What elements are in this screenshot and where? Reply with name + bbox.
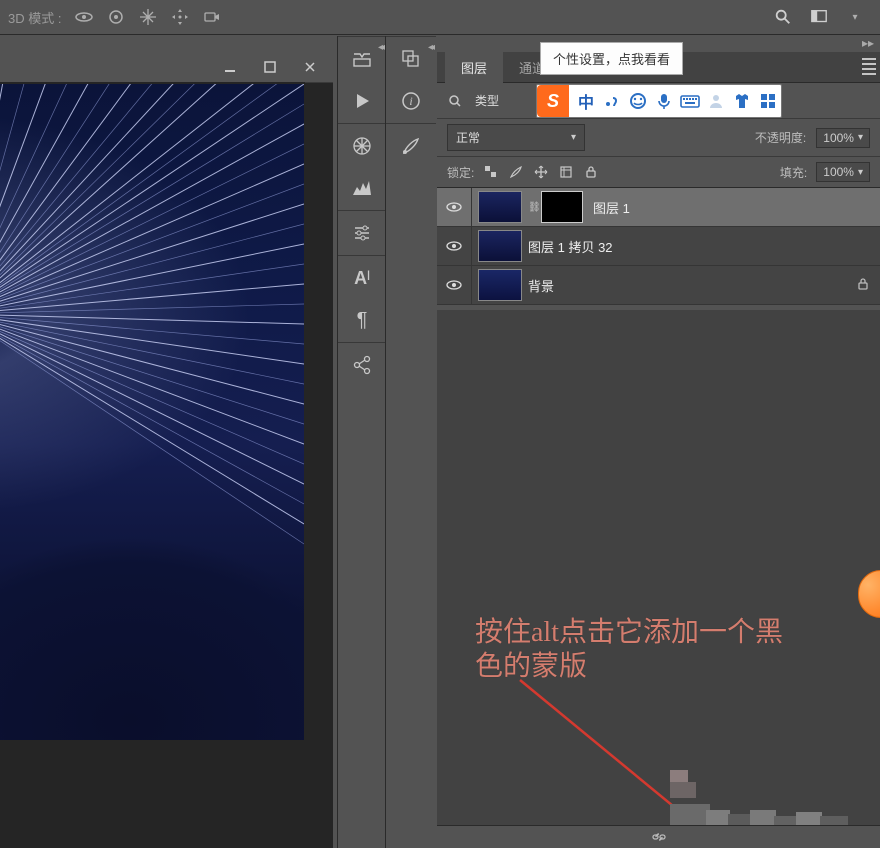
histogram-icon[interactable] [350, 176, 374, 200]
maximize-button[interactable] [253, 55, 287, 79]
layer-style-icon[interactable] [399, 47, 423, 71]
collapsed-panel-column-2: ◂◂ i [385, 36, 436, 848]
ime-tooltip: 个性设置，点我看看 [540, 42, 683, 75]
pan-icon[interactable] [135, 4, 161, 30]
screen-mode-icon[interactable] [804, 4, 834, 30]
lock-all-icon[interactable] [583, 164, 599, 180]
opacity-value: 100% [823, 131, 854, 145]
options-bar: 3D 模式 : ▾ [0, 0, 880, 35]
orbit-icon[interactable] [71, 4, 97, 30]
expand-handle-icon[interactable]: ◂◂ [378, 42, 382, 53]
annotation-line2: 色的蒙版 [475, 651, 587, 682]
blend-mode-value: 正常 [456, 129, 480, 146]
layer-thumbnail[interactable] [478, 191, 522, 223]
layer-name[interactable]: 图层 1 [593, 198, 870, 217]
canvas-container [0, 82, 305, 788]
lock-transparent-icon[interactable] [483, 164, 499, 180]
ime-lang-button[interactable]: 中 [573, 86, 599, 116]
layer-row[interactable]: 背景 [437, 266, 880, 305]
paragraph-icon[interactable]: ¶ [350, 308, 374, 332]
fill-value: 100% [823, 165, 854, 179]
visibility-toggle[interactable] [437, 227, 472, 265]
layer-name[interactable]: 图层 1 拷贝 32 [528, 237, 870, 256]
layers-empty-area [437, 310, 880, 826]
collapsed-panel-column-1: ◂◂ A| ¶ [337, 36, 386, 848]
canvas-image [0, 84, 304, 740]
ime-mic-icon[interactable] [651, 86, 677, 116]
annotation-text: 按住alt点击它添加一个黑 色的蒙版 [475, 616, 875, 683]
annotation-line1: 按住alt点击它添加一个黑 [475, 617, 783, 648]
brush-icon[interactable] [399, 134, 423, 158]
actions-icon[interactable] [350, 47, 374, 71]
share-icon[interactable] [350, 353, 374, 377]
search-icon[interactable] [768, 4, 798, 30]
ime-keyboard-icon[interactable] [677, 86, 703, 116]
play-icon[interactable] [350, 89, 374, 113]
ime-toolbar[interactable]: S 中 [536, 84, 782, 118]
document-titlebar [0, 52, 333, 83]
link-mask-icon[interactable]: ⛓ [528, 202, 538, 213]
lock-position-icon[interactable] [533, 164, 549, 180]
search-small-icon[interactable] [447, 93, 463, 109]
link-layers-icon[interactable] [651, 829, 667, 845]
blend-mode-select[interactable]: 正常 ▾ [447, 124, 585, 151]
rotate-icon[interactable] [103, 4, 129, 30]
close-button[interactable] [293, 55, 327, 79]
ime-skin-icon[interactable] [729, 86, 755, 116]
lock-fill-row: 锁定: 填充: 100% ▾ [437, 157, 880, 188]
lock-artboard-icon[interactable] [558, 164, 574, 180]
chevron-down-icon[interactable]: ▾ [840, 4, 870, 30]
filter-type-select[interactable]: 类型 [469, 89, 505, 112]
layers-panel-footer [437, 825, 880, 848]
panel-menu-icon[interactable] [858, 58, 876, 75]
ime-grid-icon[interactable] [755, 86, 781, 116]
layer-name[interactable]: 背景 [528, 276, 856, 295]
chevron-down-icon: ▾ [858, 132, 863, 143]
ime-user-icon[interactable] [703, 86, 729, 116]
lock-brush-icon[interactable] [508, 164, 524, 180]
tab-layers[interactable]: 图层 [445, 52, 503, 83]
fill-input[interactable]: 100% ▾ [816, 162, 870, 182]
character-icon[interactable]: A| [350, 266, 374, 290]
visibility-toggle[interactable] [437, 266, 472, 304]
adjustments-icon[interactable] [350, 221, 374, 245]
layer-row[interactable]: ⛓ 图层 1 [437, 188, 880, 227]
move-icon[interactable] [167, 4, 193, 30]
info-icon[interactable]: i [399, 89, 423, 113]
chevron-down-icon: ▾ [571, 132, 576, 143]
lock-label: 锁定: [447, 164, 474, 181]
opacity-label: 不透明度: [755, 129, 806, 146]
camera-icon[interactable] [199, 4, 225, 30]
fill-label: 填充: [780, 164, 807, 181]
lock-icon [856, 277, 870, 294]
blend-opacity-row: 正常 ▾ 不透明度: 100% ▾ [437, 119, 880, 157]
ime-tooltip-text: 个性设置，点我看看 [553, 52, 670, 67]
ime-logo-icon[interactable]: S [537, 85, 569, 117]
options-bar-right: ▾ [768, 0, 876, 34]
opacity-input[interactable]: 100% ▾ [816, 128, 870, 148]
layer-row[interactable]: 图层 1 拷贝 32 [437, 227, 880, 266]
expand-handle-icon-2[interactable]: ◂◂ [428, 42, 432, 53]
layer-thumbnail[interactable] [478, 269, 522, 301]
filter-type-label: 类型 [475, 92, 499, 109]
layer-thumbnail[interactable] [478, 230, 522, 262]
svg-text:i: i [409, 94, 412, 108]
layer-list: ⛓ 图层 1 图层 1 拷贝 32 背景 [437, 188, 880, 305]
ime-punct-icon[interactable] [599, 86, 625, 116]
wheel-icon[interactable] [350, 134, 374, 158]
layer-mask-thumbnail[interactable] [541, 191, 583, 223]
3d-mode-label: 3D 模式 : [8, 8, 61, 27]
visibility-toggle[interactable] [437, 188, 472, 226]
document-window [0, 52, 337, 848]
minimize-button[interactable] [213, 55, 247, 79]
chevron-down-icon: ▾ [858, 167, 863, 178]
ime-face-icon[interactable] [625, 86, 651, 116]
